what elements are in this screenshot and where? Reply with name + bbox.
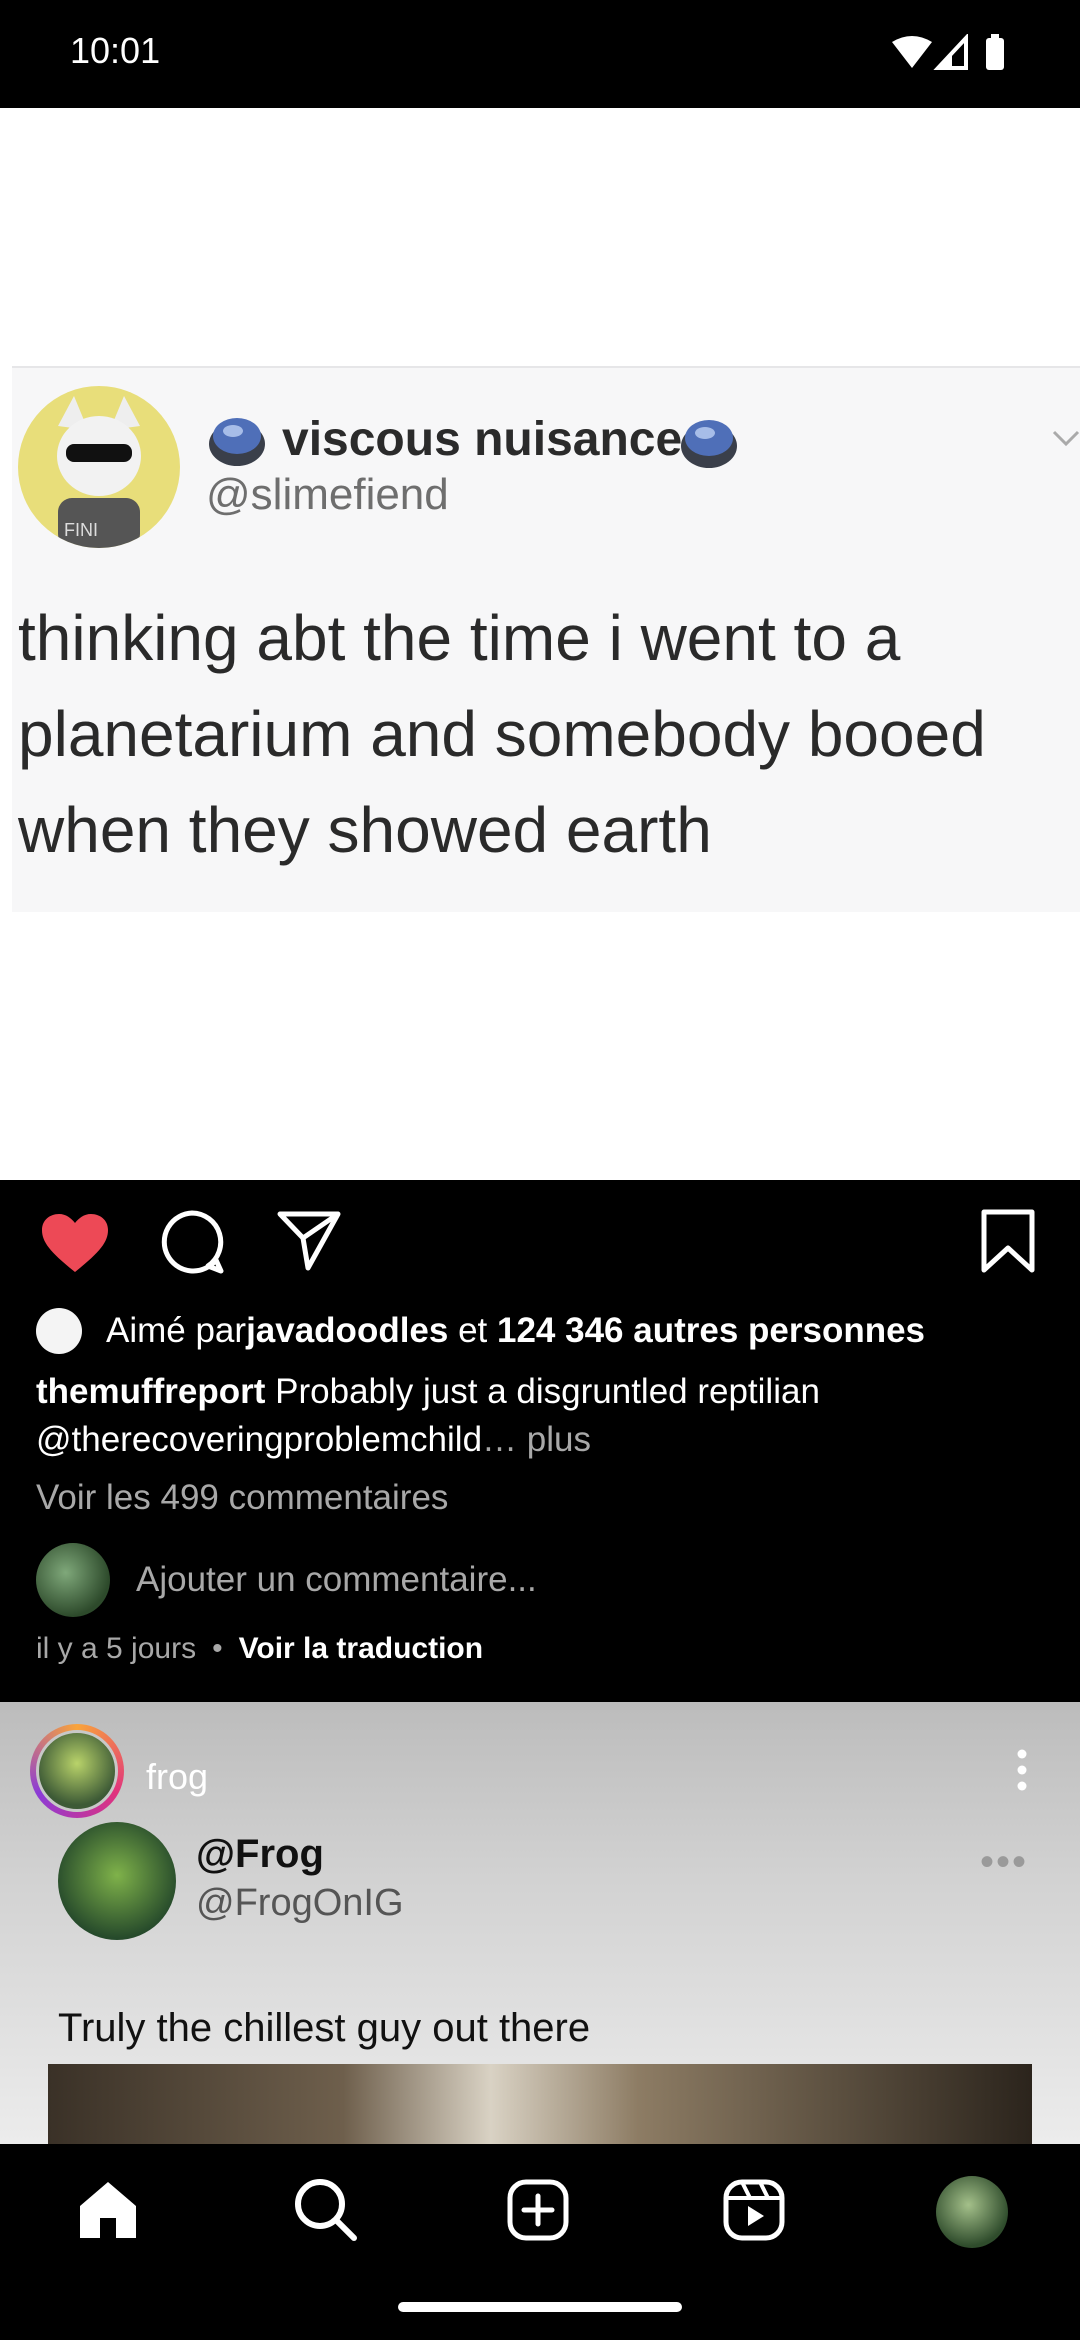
post2-username[interactable]: frog [146, 1756, 208, 1798]
caption-text: Probably just a disgruntled reptilian [265, 1372, 820, 1411]
wifi-icon [892, 36, 932, 68]
comment-icon[interactable] [158, 1208, 226, 1276]
translate-link[interactable]: Voir la traduction [239, 1632, 483, 1666]
likes-prefix: Aimé par [106, 1311, 247, 1350]
tweet-author-name: viscous nuisance [282, 413, 683, 466]
likes-middle: et [448, 1311, 497, 1350]
share-icon[interactable] [276, 1208, 342, 1274]
post2-avatar[interactable] [36, 1730, 118, 1812]
likes-count[interactable]: 124 346 autres personnes [497, 1311, 925, 1351]
more-icon[interactable] [1010, 1748, 1034, 1792]
badge-icon [209, 418, 265, 466]
frog-tweet-name: @Frog [196, 1832, 324, 1876]
home-indicator[interactable] [398, 2302, 682, 2312]
frog-tweet-avatar [58, 1822, 176, 1940]
bookmark-icon[interactable] [980, 1208, 1036, 1274]
add-comment-row[interactable]: Ajouter un commentaire... [36, 1542, 537, 1618]
profile-avatar[interactable] [936, 2176, 1008, 2248]
user-avatar [36, 1543, 110, 1617]
frog-tweet-dots: ••• [980, 1840, 1029, 1884]
home-icon[interactable] [76, 2178, 140, 2242]
comment-input[interactable]: Ajouter un commentaire... [136, 1560, 537, 1600]
likes-row[interactable]: Aimé par javadoodles et 124 346 autres p… [36, 1306, 925, 1356]
badge-icon-2 [681, 420, 737, 468]
liker-username[interactable]: javadoodles [246, 1311, 448, 1351]
tweet-avatar: FINI [18, 386, 180, 548]
view-comments-link[interactable]: Voir les 499 commentaires [36, 1478, 448, 1518]
tweet-text: thinking abt the time i went to a planet… [18, 602, 986, 866]
status-time: 10:01 [70, 30, 161, 71]
caption-more[interactable]: … plus [482, 1420, 591, 1459]
frog-tweet-handle: @FrogOnIG [196, 1882, 404, 1924]
tweet-author-handle: @slimefiend [206, 470, 449, 519]
avatar-text: FINI [64, 520, 98, 540]
status-icons [892, 34, 1004, 70]
chevron-down-icon [1052, 430, 1080, 447]
battery-icon [986, 38, 1004, 70]
reels-icon[interactable] [722, 2178, 786, 2242]
caption-mention[interactable]: @therecoveringproblemchild [36, 1420, 482, 1459]
caption-username[interactable]: themuffreport [36, 1372, 265, 1411]
heart-icon[interactable] [40, 1212, 110, 1274]
search-icon[interactable] [292, 2176, 358, 2242]
post-meta: il y a 5 jours • Voir la traduction [36, 1632, 483, 1666]
liker-avatar [36, 1308, 82, 1354]
meta-separator: • [212, 1632, 223, 1665]
frog-tweet-text: Truly the chillest guy out there [58, 2006, 591, 2050]
time-ago: il y a 5 jours [36, 1632, 197, 1665]
frog-tweet-image [48, 2064, 1032, 2144]
caption[interactable]: themuffreport Probably just a disgruntle… [36, 1368, 1046, 1464]
create-icon[interactable] [506, 2178, 570, 2242]
